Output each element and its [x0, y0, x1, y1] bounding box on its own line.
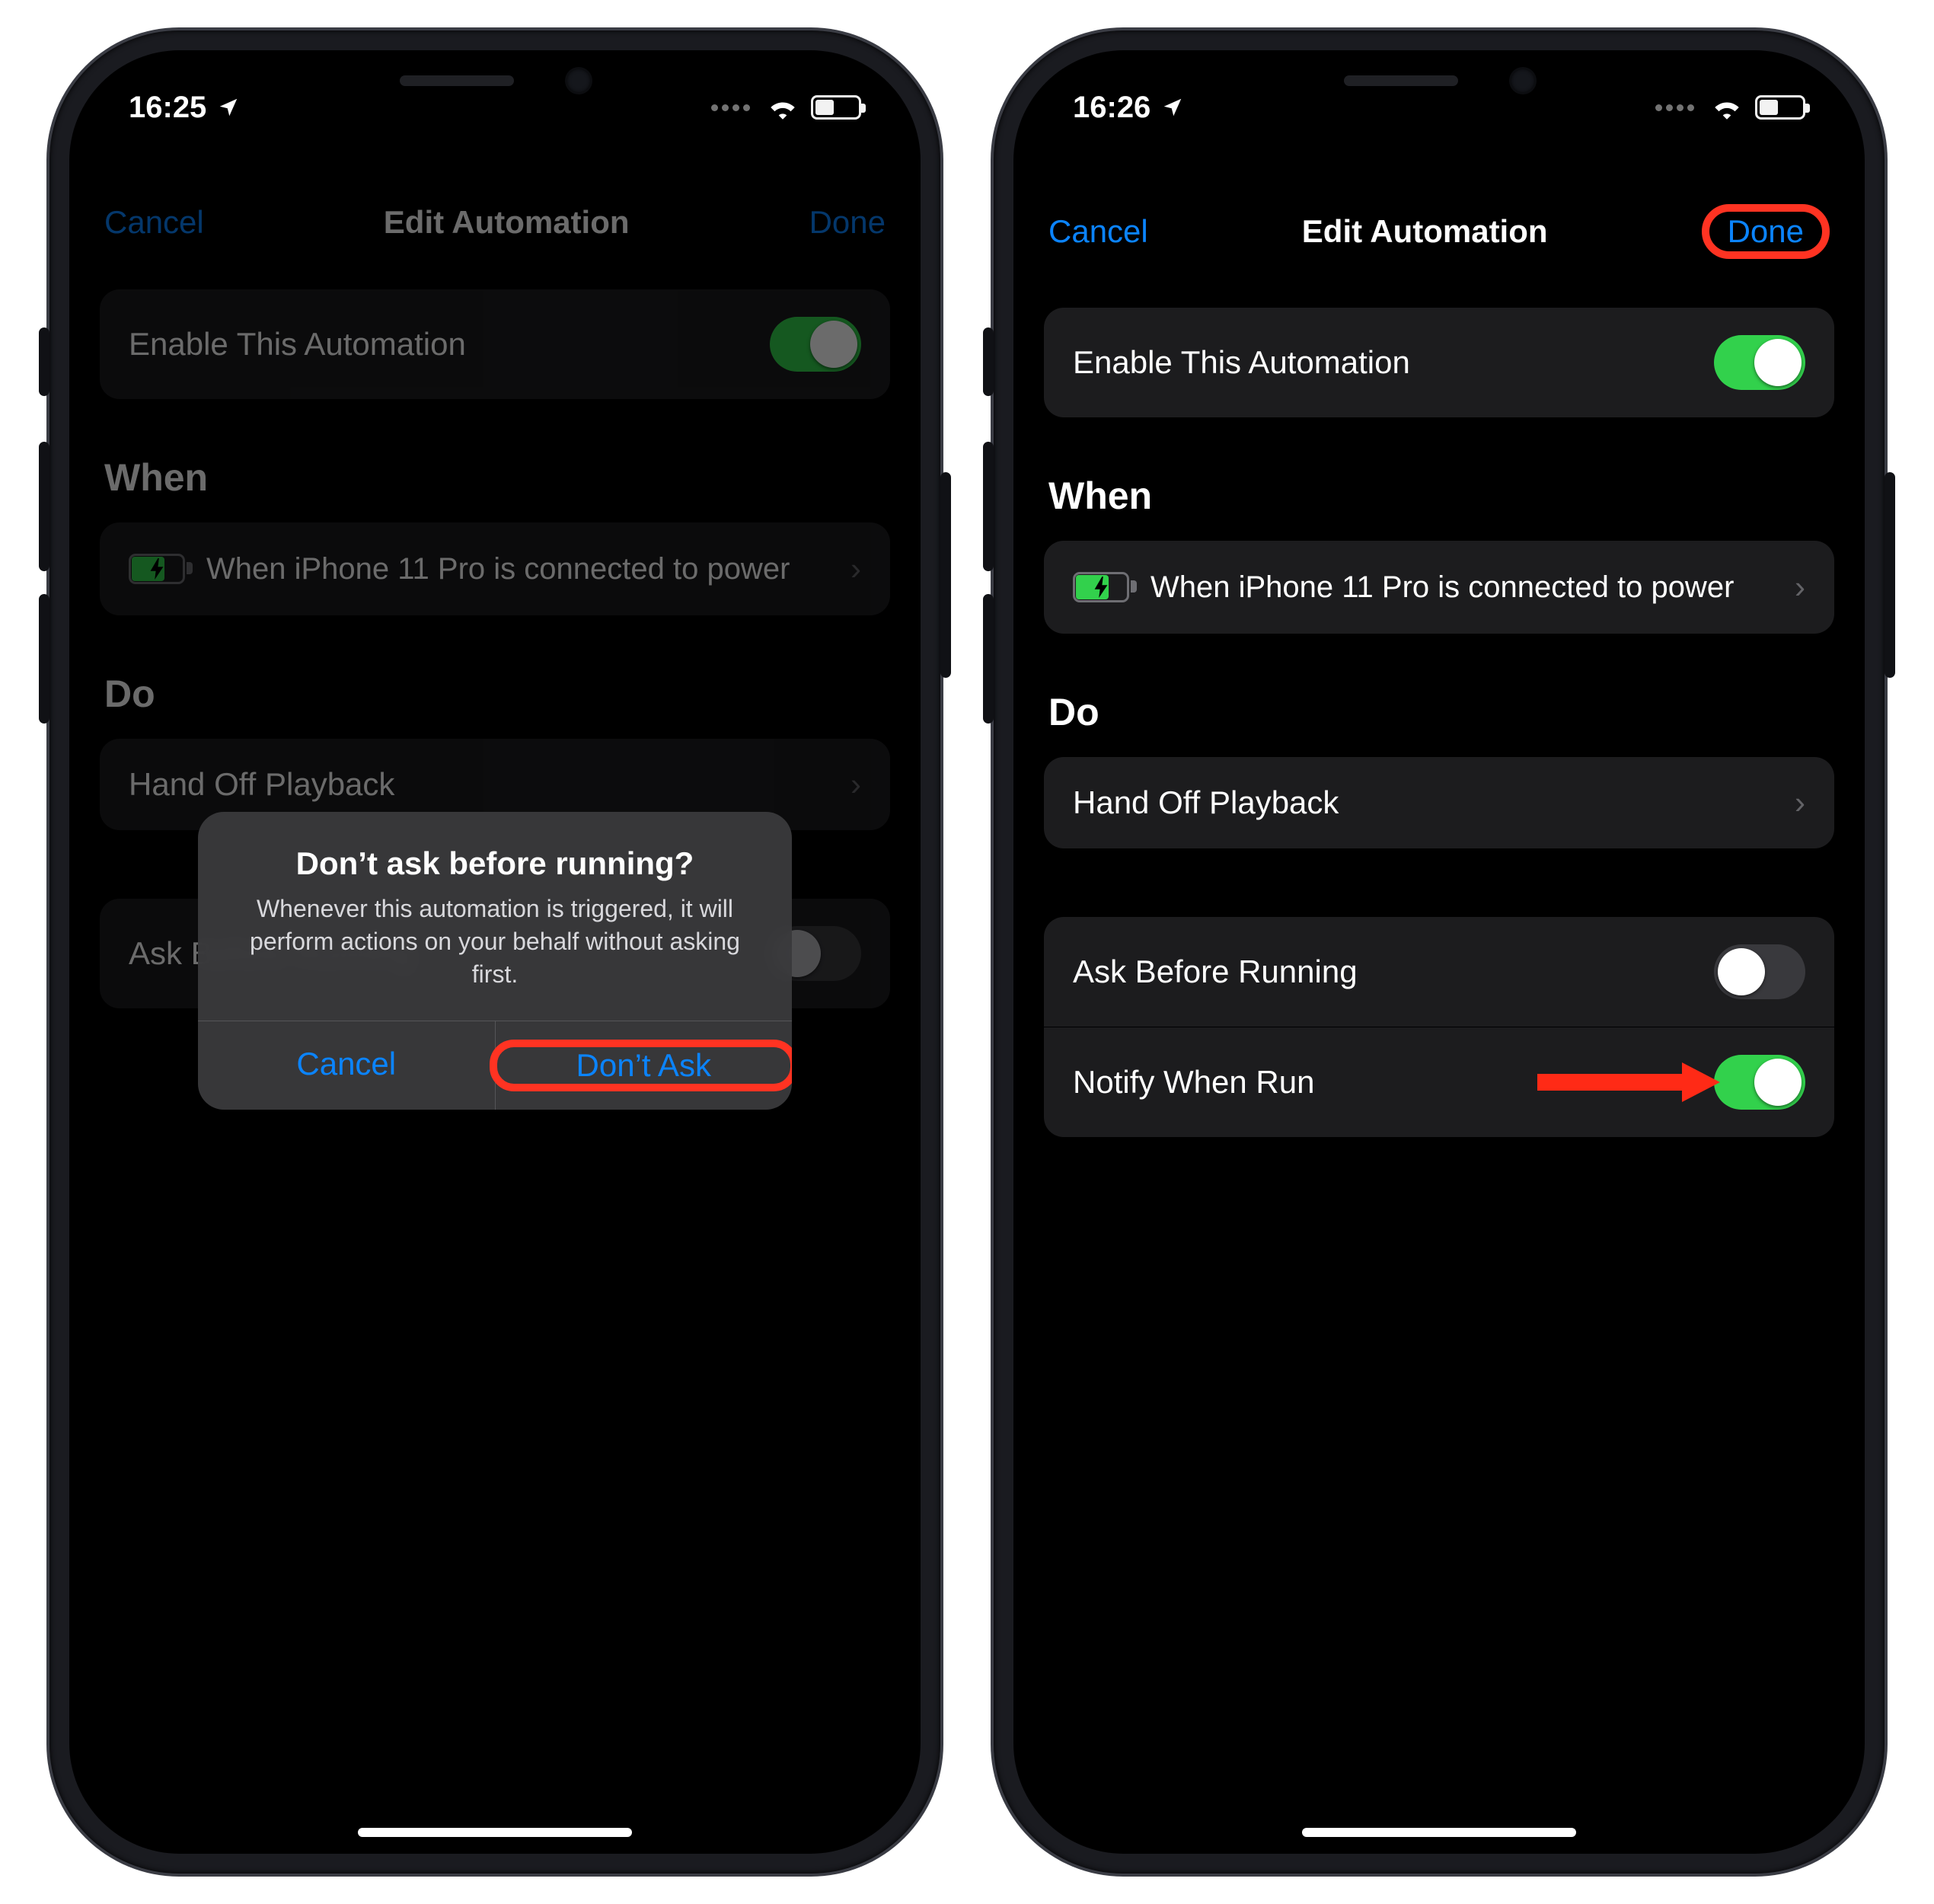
enable-automation-row: Enable This Automation: [100, 289, 890, 399]
dialog-confirm-button[interactable]: Don’t Ask: [495, 1021, 793, 1110]
wifi-icon: [767, 95, 799, 120]
done-button[interactable]: Done: [1702, 204, 1830, 259]
phone-right: 16:26 Cancel Edit Automation: [994, 30, 1885, 1874]
location-icon: [217, 96, 240, 119]
status-time: 16:25: [129, 91, 206, 125]
page-title: Edit Automation: [384, 204, 630, 241]
notify-when-run-label: Notify When Run: [1073, 1064, 1314, 1101]
ask-before-running-label: Ask Before Running: [1073, 954, 1358, 990]
ask-before-running-toggle[interactable]: [1714, 944, 1805, 999]
enable-automation-toggle[interactable]: [770, 317, 861, 372]
do-header: Do: [1048, 690, 1830, 734]
chevron-right-icon: ›: [1795, 784, 1805, 821]
home-indicator[interactable]: [1302, 1828, 1576, 1837]
charging-battery-icon: [129, 554, 185, 584]
when-trigger-text: When iPhone 11 Pro is connected to power: [1151, 568, 1734, 606]
chevron-right-icon: ›: [1795, 569, 1805, 605]
nav-bar: Cancel Edit Automation Done: [1013, 172, 1865, 285]
nav-bar: Cancel Edit Automation Done: [69, 172, 921, 267]
chevron-right-icon: ›: [851, 551, 861, 587]
chevron-right-icon: ›: [851, 766, 861, 803]
dialog-text: Whenever this automation is triggered, i…: [233, 893, 757, 992]
enable-automation-label: Enable This Automation: [129, 326, 466, 363]
notch: [301, 50, 689, 111]
when-header: When: [1048, 474, 1830, 518]
when-trigger-row[interactable]: When iPhone 11 Pro is connected to power…: [100, 522, 890, 615]
notify-when-run-row: Notify When Run: [1044, 1027, 1834, 1137]
annotation-arrow-icon: [1537, 1059, 1720, 1105]
dialog-cancel-button[interactable]: Cancel: [198, 1021, 495, 1110]
charging-battery-icon: [1073, 572, 1129, 602]
do-header: Do: [104, 672, 886, 716]
when-trigger-text: When iPhone 11 Pro is connected to power: [206, 550, 790, 588]
wifi-icon: [1711, 95, 1743, 120]
dialog-title: Don’t ask before running?: [233, 845, 757, 882]
recording-indicator-icon: [711, 104, 750, 111]
enable-automation-row: Enable This Automation: [1044, 308, 1834, 417]
recording-indicator-icon: [1655, 104, 1694, 111]
enable-automation-toggle[interactable]: [1714, 335, 1805, 390]
confirm-dialog: Don’t ask before running? Whenever this …: [198, 812, 792, 1110]
when-header: When: [104, 455, 886, 500]
do-action-row[interactable]: Hand Off Playback ›: [1044, 757, 1834, 848]
enable-automation-label: Enable This Automation: [1073, 344, 1410, 381]
location-icon: [1161, 96, 1184, 119]
page-title: Edit Automation: [1302, 213, 1548, 250]
do-action-label: Hand Off Playback: [1073, 784, 1339, 821]
battery-icon: [811, 95, 861, 120]
cancel-button[interactable]: Cancel: [104, 204, 204, 241]
status-time: 16:26: [1073, 91, 1151, 125]
battery-icon: [1755, 95, 1805, 120]
notify-when-run-toggle[interactable]: [1714, 1055, 1805, 1110]
done-button[interactable]: Done: [809, 204, 886, 241]
cancel-button[interactable]: Cancel: [1048, 213, 1148, 250]
notch: [1245, 50, 1633, 111]
ask-before-running-row: Ask Before Running: [1044, 917, 1834, 1027]
phone-left: 16:25 Cancel Edit Automation: [49, 30, 940, 1874]
home-indicator[interactable]: [358, 1828, 632, 1837]
when-trigger-row[interactable]: When iPhone 11 Pro is connected to power…: [1044, 541, 1834, 634]
do-action-label: Hand Off Playback: [129, 766, 394, 803]
